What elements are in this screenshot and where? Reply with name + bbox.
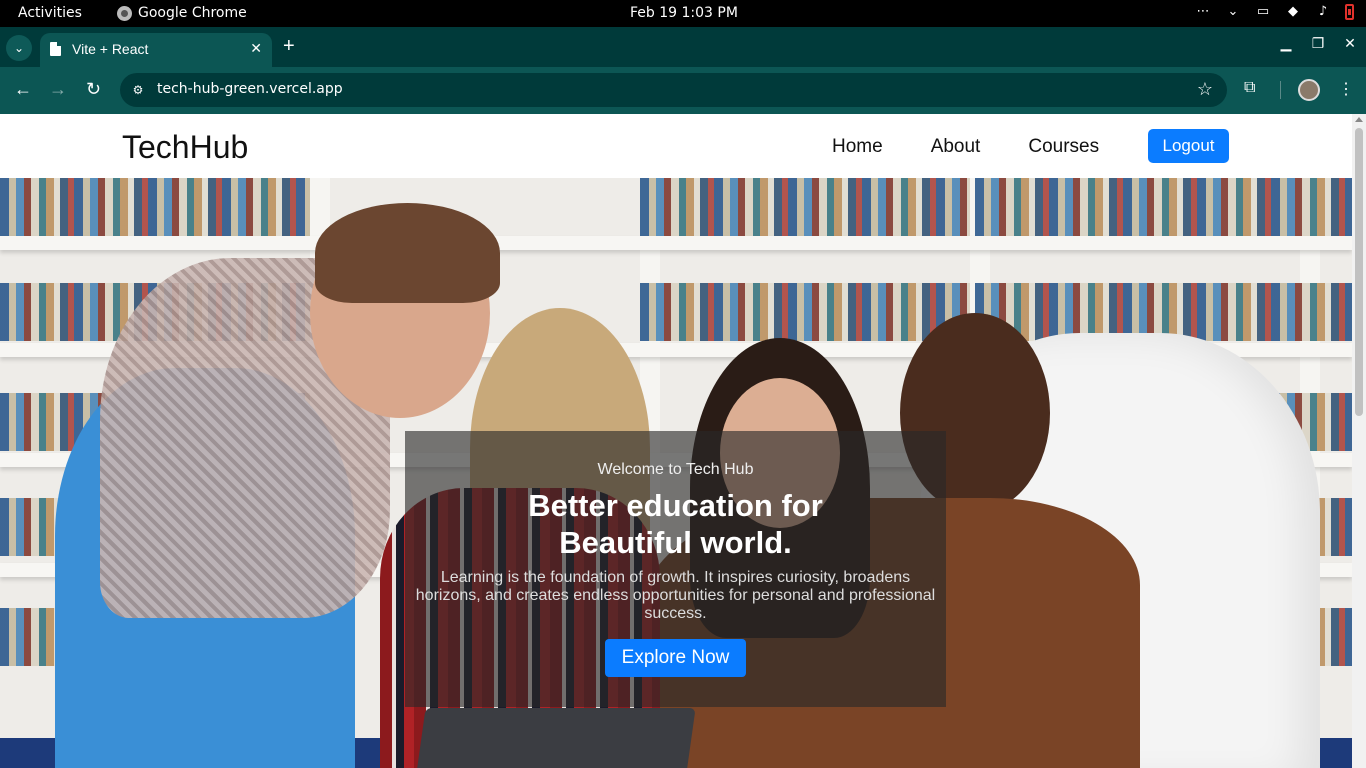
activities-button[interactable]: Activities — [18, 5, 82, 21]
page-viewport: TechHub Home About Courses Logout Welcom… — [0, 114, 1352, 768]
logout-button[interactable]: Logout — [1148, 129, 1229, 163]
laptop — [414, 708, 696, 768]
hero-overlay-card: Welcome to Tech Hub Better education for… — [405, 431, 946, 707]
volume-muted-icon[interactable]: ♪ — [1315, 4, 1331, 20]
browser-tab-active[interactable]: Vite + React ✕ — [40, 33, 272, 67]
wifi-icon[interactable]: ◆ — [1285, 4, 1301, 20]
system-top-bar: Activities Google Chrome Feb 19 1:03 PM … — [0, 0, 1366, 27]
hero-welcome-text: Welcome to Tech Hub — [597, 461, 754, 478]
tab-title: Vite + React — [72, 41, 149, 57]
bookshelf-books — [640, 283, 970, 341]
system-tray[interactable]: ⋯ ⌄ ▭ ◆ ♪ — [1195, 4, 1354, 20]
chevron-down-icon[interactable]: ⌄ — [1225, 4, 1241, 20]
chrome-icon — [117, 5, 132, 21]
bookshelf-books — [0, 178, 310, 236]
battery-low-icon[interactable] — [1345, 4, 1354, 20]
site-logo[interactable]: TechHub — [122, 129, 248, 166]
profile-avatar[interactable] — [1298, 79, 1320, 101]
scrollbar-thumb[interactable] — [1355, 128, 1363, 416]
bookshelf-books — [975, 178, 1352, 236]
explore-now-button[interactable]: Explore Now — [605, 639, 746, 677]
hero-headline: Better education for Beautiful world. — [405, 487, 946, 561]
overflow-dots-icon[interactable]: ⋯ — [1195, 4, 1211, 20]
hero-headline-line2: Beautiful world. — [559, 525, 792, 560]
hero-description: Learning is the foundation of growth. It… — [415, 569, 936, 622]
reload-icon[interactable]: ↻ — [86, 79, 101, 99]
close-window-icon[interactable]: ✕ — [1334, 35, 1366, 52]
site-settings-icon[interactable]: ⚙ — [130, 82, 146, 98]
kebab-menu-icon[interactable]: ⋮ — [1338, 79, 1354, 99]
toolbar-divider — [1280, 81, 1281, 99]
url-text[interactable]: tech-hub-green.vercel.app — [157, 81, 343, 97]
extensions-icon[interactable]: ⧉ — [1244, 79, 1255, 97]
site-navbar: TechHub Home About Courses Logout — [0, 114, 1352, 178]
bookmark-star-icon[interactable]: ☆ — [1197, 79, 1213, 100]
new-tab-button[interactable]: + — [283, 36, 295, 56]
app-name-label: Google Chrome — [138, 5, 247, 21]
shelf-plank — [0, 236, 1352, 250]
close-tab-icon[interactable]: ✕ — [250, 40, 262, 57]
nav-about-link[interactable]: About — [931, 136, 981, 158]
back-arrow-icon[interactable]: ← — [14, 79, 32, 99]
forward-arrow-icon[interactable]: → — [49, 79, 67, 99]
hero-headline-line1: Better education for — [528, 488, 823, 523]
tab-search-button[interactable]: ⌄ — [6, 35, 32, 61]
nav-links: Home About Courses — [832, 136, 1099, 158]
hero-section: Welcome to Tech Hub Better education for… — [0, 178, 1352, 768]
address-bar[interactable]: ⚙ tech-hub-green.vercel.app ☆ — [120, 73, 1227, 107]
document-icon — [50, 42, 61, 56]
window-controls: ▁ ❐ ✕ — [1270, 35, 1366, 52]
browser-toolbar: ← → ↻ ⚙ tech-hub-green.vercel.app ☆ ⧉ ⋮ — [0, 67, 1366, 114]
nav-home-link[interactable]: Home — [832, 136, 883, 158]
screen-share-icon[interactable]: ▭ — [1255, 4, 1271, 20]
bookshelf-books — [640, 178, 970, 236]
clock[interactable]: Feb 19 1:03 PM — [630, 5, 738, 21]
scroll-up-arrow-icon[interactable] — [1355, 117, 1363, 122]
app-menu[interactable]: Google Chrome — [117, 5, 247, 21]
tab-strip: ⌄ Vite + React ✕ + ▁ ❐ ✕ — [0, 27, 1366, 67]
nav-courses-link[interactable]: Courses — [1028, 136, 1099, 158]
person-hair — [315, 203, 500, 303]
restore-icon[interactable]: ❐ — [1302, 35, 1334, 52]
page-scrollbar[interactable] — [1352, 114, 1366, 768]
minimize-icon[interactable]: ▁ — [1270, 35, 1302, 52]
